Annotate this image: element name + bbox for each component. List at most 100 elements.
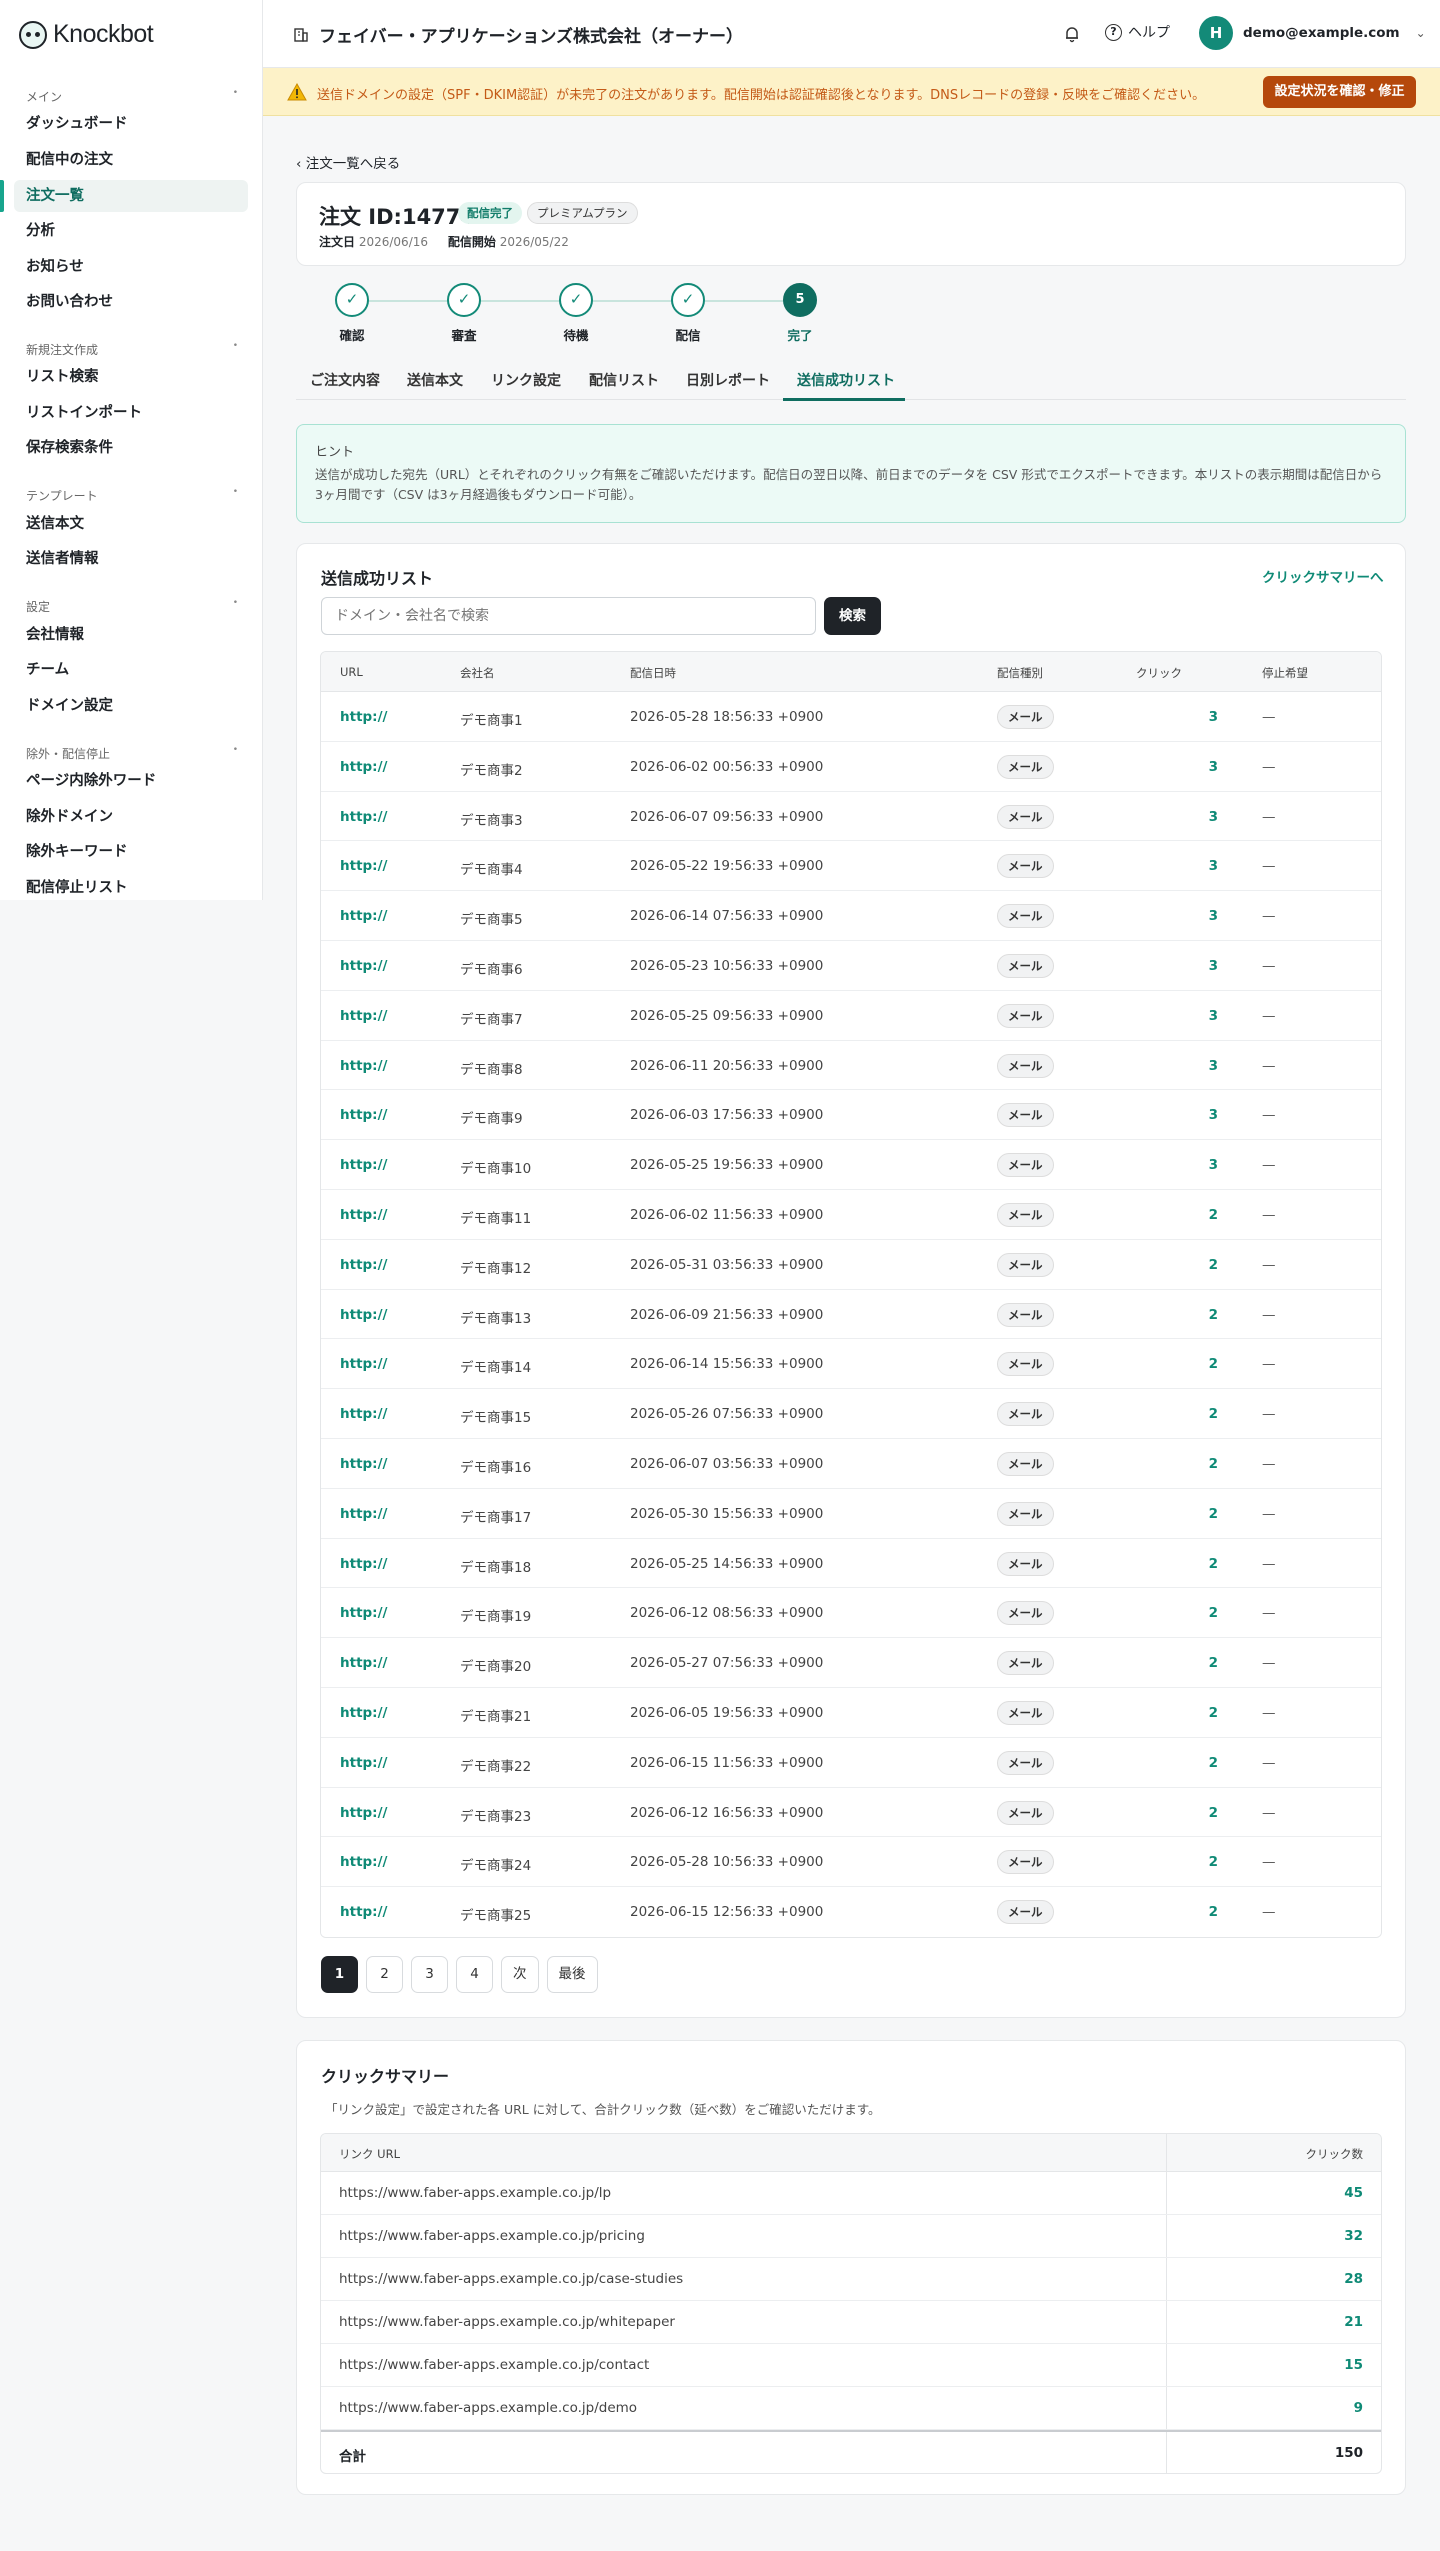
click-count[interactable]: 2: [1198, 1456, 1218, 1472]
tab-delivery-list[interactable]: 配信リスト: [589, 370, 659, 390]
nav-item-analytics[interactable]: 分析: [14, 215, 248, 247]
nav-item-company-info[interactable]: 会社情報: [14, 619, 248, 651]
click-count[interactable]: 2: [1198, 1406, 1218, 1422]
click-count[interactable]: 2: [1198, 1356, 1218, 1372]
url-link[interactable]: http://: [340, 1904, 387, 1920]
nav-section-main[interactable]: メイン •: [26, 88, 238, 105]
click-count[interactable]: 2: [1198, 1805, 1218, 1821]
user-menu[interactable]: H demo@example.com ⌄: [1199, 16, 1426, 50]
click-count[interactable]: 3: [1198, 1008, 1218, 1024]
click-count[interactable]: 3: [1198, 1058, 1218, 1074]
column-header-datetime[interactable]: 配信日時: [630, 665, 676, 681]
page-button-3[interactable]: 3: [411, 1956, 448, 1993]
click-count[interactable]: 3: [1198, 1157, 1218, 1173]
url-link[interactable]: http://: [340, 1755, 387, 1771]
nav-item-notices[interactable]: お知らせ: [14, 251, 248, 283]
url-link[interactable]: http://: [340, 858, 387, 874]
url-link[interactable]: http://: [340, 1854, 387, 1870]
page-button-1[interactable]: 1: [321, 1956, 358, 1993]
click-count[interactable]: 2: [1198, 1207, 1218, 1223]
notifications-button[interactable]: [1060, 22, 1084, 46]
url-link[interactable]: http://: [340, 1058, 387, 1074]
help-button[interactable]: ? ヘルプ: [1105, 22, 1170, 42]
search-input[interactable]: [321, 597, 816, 635]
url-link[interactable]: http://: [340, 1307, 387, 1323]
url-link[interactable]: http://: [340, 1356, 387, 1372]
tab-message-body[interactable]: 送信本文: [407, 370, 463, 390]
url-link[interactable]: http://: [340, 1257, 387, 1273]
click-count[interactable]: 2: [1198, 1655, 1218, 1671]
click-count[interactable]: 3: [1198, 809, 1218, 825]
nav-item-active-orders[interactable]: 配信中の注文: [14, 144, 248, 176]
click-count[interactable]: 3: [1198, 709, 1218, 725]
url-link[interactable]: http://: [340, 709, 387, 725]
url-link[interactable]: http://: [340, 1008, 387, 1024]
app-logo[interactable]: Knockbot: [19, 20, 154, 49]
nav-item-list-import[interactable]: リストインポート: [14, 397, 248, 429]
nav-item-unsubscribe-list[interactable]: 配信停止リスト: [14, 872, 248, 904]
click-count[interactable]: 2: [1198, 1556, 1218, 1572]
url-link[interactable]: http://: [340, 1406, 387, 1422]
column-header-url[interactable]: URL: [340, 665, 363, 679]
nav-item-excluded-keywords[interactable]: 除外キーワード: [14, 836, 248, 868]
url-link[interactable]: http://: [340, 809, 387, 825]
url-link[interactable]: http://: [340, 1705, 387, 1721]
back-to-orders-link[interactable]: ‹ 注文一覧へ戻る: [296, 152, 400, 172]
click-count[interactable]: 3: [1198, 908, 1218, 924]
url-link[interactable]: http://: [340, 759, 387, 775]
url-link[interactable]: http://: [340, 1556, 387, 1572]
column-header-type[interactable]: 配信種別: [997, 665, 1043, 681]
nav-item-saved-search[interactable]: 保存検索条件: [14, 432, 248, 464]
tab-success-list[interactable]: 送信成功リスト: [797, 370, 895, 390]
last-page-button[interactable]: 最後: [546, 1956, 598, 1993]
url-link[interactable]: http://: [340, 1605, 387, 1621]
column-header-clicks[interactable]: クリック: [1136, 665, 1182, 681]
company-switcher[interactable]: フェイバー・アプリケーションズ株式会社（オーナー）: [293, 22, 743, 47]
nav-item-domain-settings[interactable]: ドメイン設定: [14, 690, 248, 722]
click-count[interactable]: 2: [1198, 1755, 1218, 1771]
check-settings-button[interactable]: 設定状況を確認・修正: [1263, 76, 1416, 108]
column-header-unsubscribe[interactable]: 停止希望: [1262, 665, 1308, 681]
nav-section-templates[interactable]: テンプレート •: [26, 487, 238, 504]
click-count[interactable]: 2: [1198, 1904, 1218, 1920]
click-count[interactable]: 2: [1198, 1605, 1218, 1621]
tab-daily-report[interactable]: 日別レポート: [686, 370, 770, 390]
nav-item-sender-info[interactable]: 送信者情報: [14, 543, 248, 575]
url-link[interactable]: http://: [340, 1506, 387, 1522]
url-link[interactable]: http://: [340, 1805, 387, 1821]
url-link[interactable]: http://: [340, 1157, 387, 1173]
click-count[interactable]: 3: [1198, 1107, 1218, 1123]
page-button-4[interactable]: 4: [456, 1956, 493, 1993]
nav-item-message-body[interactable]: 送信本文: [14, 508, 248, 540]
nav-item-page-exclusion-words[interactable]: ページ内除外ワード: [14, 765, 248, 797]
click-count[interactable]: 3: [1198, 858, 1218, 874]
nav-section-exclusion[interactable]: 除外・配信停止 •: [26, 745, 238, 762]
url-link[interactable]: http://: [340, 1207, 387, 1223]
click-count[interactable]: 2: [1198, 1854, 1218, 1870]
click-count[interactable]: 3: [1198, 759, 1218, 775]
search-button[interactable]: 検索: [824, 597, 881, 635]
nav-item-excluded-domains[interactable]: 除外ドメイン: [14, 801, 248, 833]
click-count[interactable]: 3: [1198, 958, 1218, 974]
tab-link-settings[interactable]: リンク設定: [491, 370, 561, 390]
nav-item-team[interactable]: チーム: [14, 654, 248, 686]
url-link[interactable]: http://: [340, 1655, 387, 1671]
nav-item-list-search[interactable]: リスト検索: [14, 361, 248, 393]
click-count[interactable]: 2: [1198, 1506, 1218, 1522]
url-link[interactable]: http://: [340, 958, 387, 974]
click-count[interactable]: 2: [1198, 1257, 1218, 1273]
url-link[interactable]: http://: [340, 1456, 387, 1472]
nav-item-dashboard[interactable]: ダッシュボード: [14, 108, 248, 140]
tab-order-details[interactable]: ご注文内容: [310, 370, 380, 390]
nav-item-contact[interactable]: お問い合わせ: [14, 286, 248, 318]
url-link[interactable]: http://: [340, 908, 387, 924]
nav-section-settings[interactable]: 設定 •: [26, 598, 238, 615]
column-header-company[interactable]: 会社名: [460, 665, 495, 681]
click-count[interactable]: 2: [1198, 1705, 1218, 1721]
click-summary-link[interactable]: クリックサマリーへ: [1262, 566, 1384, 586]
nav-item-order-list[interactable]: 注文一覧: [14, 180, 248, 212]
click-count[interactable]: 2: [1198, 1307, 1218, 1323]
nav-section-new-order[interactable]: 新規注文作成 •: [26, 341, 238, 358]
url-link[interactable]: http://: [340, 1107, 387, 1123]
page-button-2[interactable]: 2: [366, 1956, 403, 1993]
